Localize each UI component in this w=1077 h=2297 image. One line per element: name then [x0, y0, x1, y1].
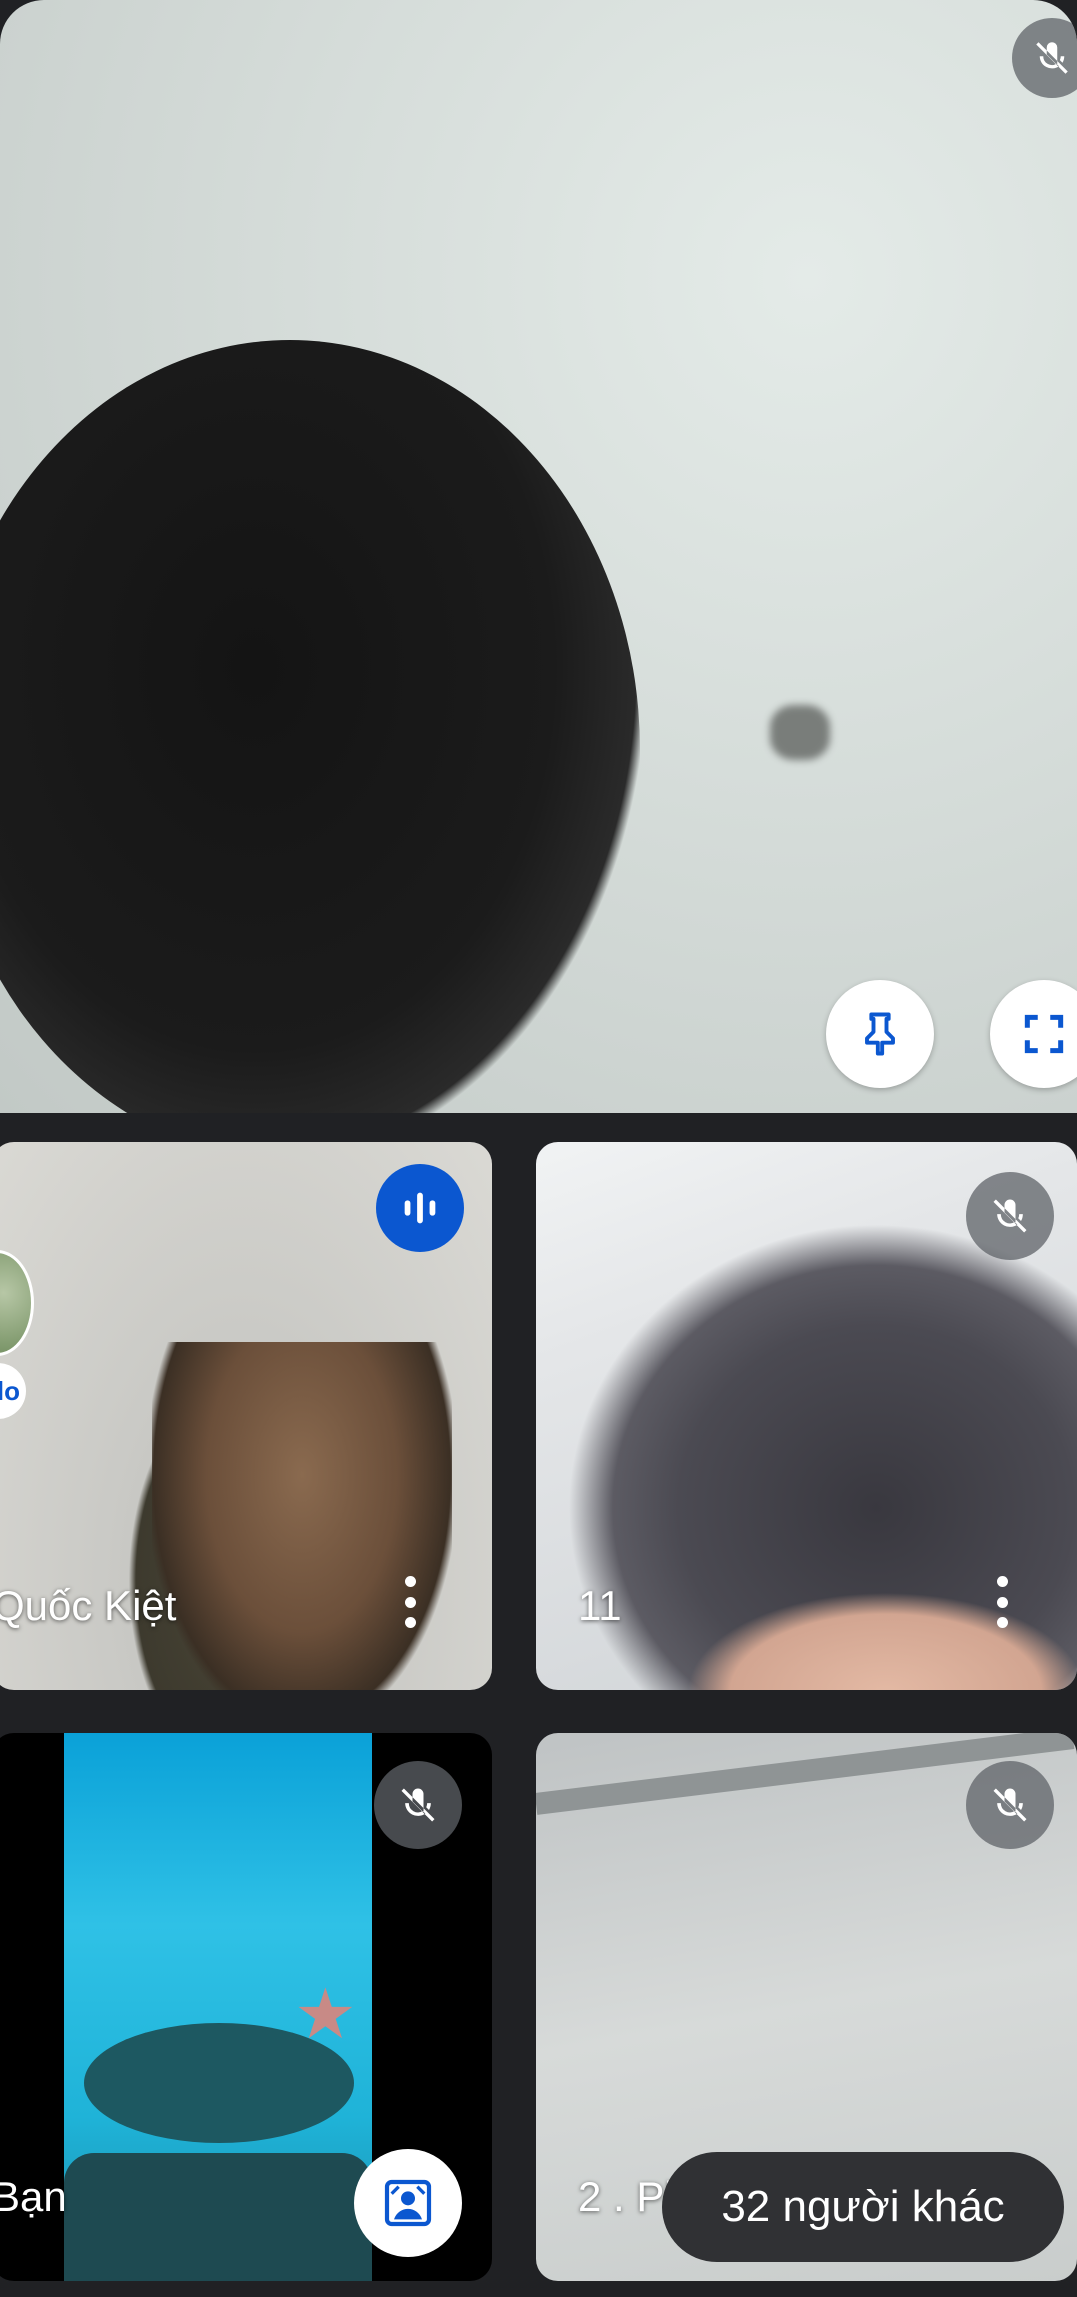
more-options-button[interactable]	[982, 1562, 1022, 1642]
background-seat	[64, 2153, 372, 2281]
main-video-tile[interactable]	[0, 0, 1077, 1113]
speaking-indicator	[376, 1164, 464, 1252]
pin-button[interactable]	[826, 980, 934, 1088]
video-background-detail	[770, 705, 830, 760]
more-options-button[interactable]	[390, 1562, 430, 1642]
mic-off-icon	[966, 1172, 1054, 1260]
mic-off-icon	[374, 1761, 462, 1849]
fullscreen-button[interactable]	[990, 980, 1077, 1088]
participant-tile[interactable]: Quốc Kiệt	[0, 1142, 492, 1690]
others-count-button[interactable]: 32 người khác	[662, 2152, 1064, 2262]
participant-video	[0, 340, 640, 1113]
pin-icon	[865, 1012, 895, 1056]
fullscreen-icon	[1024, 1014, 1064, 1054]
speaking-icon	[404, 1192, 436, 1224]
visual-effects-icon	[384, 2179, 432, 2227]
participant-tile[interactable]: 11	[536, 1142, 1077, 1690]
visual-effects-button[interactable]	[354, 2149, 462, 2257]
starfish-icon: ★	[294, 1975, 357, 2053]
virtual-background: ★	[64, 1733, 372, 2281]
mic-off-icon	[966, 1761, 1054, 1849]
participant-name: 11	[578, 1582, 622, 1629]
participant-name: Quốc Kiệt	[0, 1582, 177, 1629]
self-tile[interactable]: ★ Bạn	[0, 1733, 492, 2281]
mic-off-icon	[1012, 18, 1077, 98]
participant-name: Bạn	[0, 2173, 67, 2220]
